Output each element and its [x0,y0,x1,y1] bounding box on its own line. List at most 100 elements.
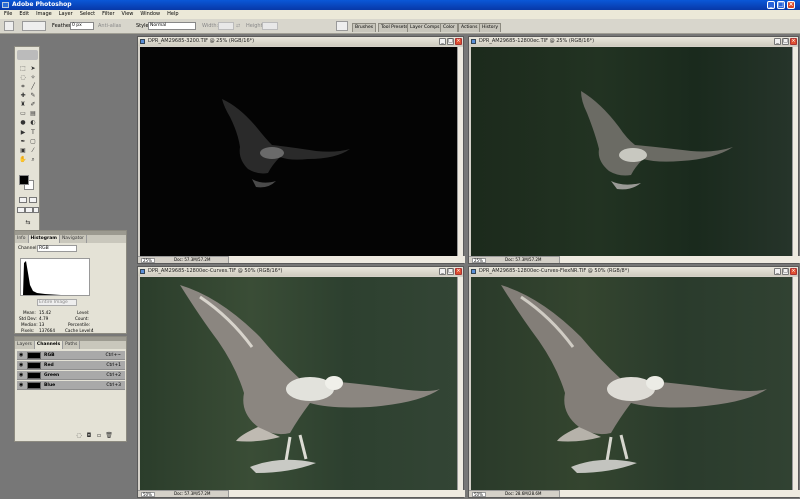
trash-icon[interactable]: 🗑 [105,432,113,440]
zoom-tool-icon[interactable]: ⌕ [29,156,37,164]
width-input[interactable] [218,22,234,30]
swap-icon[interactable]: ⇄ [236,23,240,29]
new-channel-icon[interactable]: ▫ [95,432,103,440]
screen-mode-menu-icon[interactable] [25,207,33,213]
image-canvas[interactable] [140,47,457,256]
zoom-field[interactable]: 50% [141,492,155,497]
well-tool-presets[interactable]: Tool Presets [378,23,411,32]
history-brush-icon[interactable]: ✐ [29,101,37,109]
load-selection-icon[interactable]: ◌ [75,432,83,440]
doc-window-3[interactable]: DPR_AM29685-12800ec-Curves.TIF @ 50% (RG… [137,266,465,498]
close-icon[interactable]: × [787,1,795,9]
type-tool-icon[interactable]: T [29,129,37,137]
channel-row-blue[interactable]: ◉ Blue Ctrl+3 [17,381,125,390]
vertical-scrollbar[interactable] [457,277,463,490]
close-icon[interactable]: × [790,38,797,45]
maximize-icon[interactable]: □ [782,38,789,45]
file-browser-icon[interactable] [336,21,348,31]
channel-row-red[interactable]: ◉ Red Ctrl+1 [17,361,125,370]
eye-icon[interactable]: ◉ [19,373,25,378]
menu-layer[interactable]: Layer [59,10,73,19]
tab-info[interactable]: Info [15,235,29,243]
maximize-icon[interactable]: □ [447,268,454,275]
doc-title-bar[interactable]: DPR_AM29685-3200.TIF @ 25% (RGB/16*) [138,37,463,46]
minimize-icon[interactable]: _ [767,1,775,9]
clone-stamp-icon[interactable]: ♜ [19,101,27,109]
tab-navigator[interactable]: Navigator [60,235,87,243]
doc-window-4[interactable]: DPR_AM29685-12800ec-Curves-FlexNR.TIF @ … [468,266,800,498]
marquee-tool-icon[interactable] [4,21,14,31]
menu-file[interactable]: File [4,10,12,19]
imageready-icon[interactable]: ⇆ [21,219,35,227]
tab-histogram[interactable]: Histogram [28,235,60,243]
channel-select[interactable]: RGB [37,245,77,252]
horizontal-scrollbar[interactable] [228,256,465,263]
standard-mode-icon[interactable] [19,197,27,203]
horizontal-scrollbar[interactable] [559,490,800,497]
quickmask-mode-icon[interactable] [29,197,37,203]
tab-layers[interactable]: Layers [15,341,35,349]
dodge-tool-icon[interactable]: ◐ [29,119,37,127]
doc-window-2[interactable]: DPR_AM29685-12800ec.TIF @ 25% (RGB/16*) … [468,36,800,264]
tab-paths[interactable]: Paths [63,341,81,349]
gradient-tool-icon[interactable]: ▤ [29,110,37,118]
vertical-scrollbar[interactable] [792,47,798,256]
feather-input[interactable]: 0 px [70,22,94,30]
zoom-field[interactable]: 25% [472,258,486,263]
well-brushes[interactable]: Brushes [352,23,377,32]
doc-window-1[interactable]: DPR_AM29685-3200.TIF @ 25% (RGB/16*) _ □… [137,36,465,264]
maximize-icon[interactable]: □ [777,1,785,9]
height-input[interactable] [262,22,278,30]
adobe-feather-icon[interactable] [17,50,38,60]
screen-mode-full-icon[interactable] [33,207,39,213]
menu-edit[interactable]: Edit [19,10,29,19]
image-canvas[interactable] [471,47,792,256]
well-actions[interactable]: Actions [458,23,481,32]
doc-title-bar[interactable]: DPR_AM29685-12800ec-Curves.TIF @ 50% (RG… [138,267,463,276]
eye-icon[interactable]: ◉ [19,383,25,388]
close-icon[interactable]: × [455,38,462,45]
well-layer-comps[interactable]: Layer Comps [407,23,443,32]
channel-row-rgb[interactable]: ◉ RGB Ctrl+~ [17,351,125,360]
close-icon[interactable]: × [790,268,797,275]
menu-window[interactable]: Window [140,10,160,19]
eraser-tool-icon[interactable]: ▭ [19,110,27,118]
foreground-color-swatch[interactable] [19,175,29,185]
well-history[interactable]: History [479,23,502,32]
blur-tool-icon[interactable]: ● [19,119,27,127]
marquee-tool-icon[interactable]: ⬚ [19,65,27,73]
tab-channels[interactable]: Channels [34,341,64,349]
zoom-field[interactable]: 25% [141,258,155,263]
notes-tool-icon[interactable]: ▣ [19,147,27,155]
minimize-icon[interactable]: _ [774,38,781,45]
lasso-tool-icon[interactable]: ◌ [19,74,27,82]
image-canvas[interactable] [471,277,792,490]
vertical-scrollbar[interactable] [457,47,463,256]
style-select[interactable]: Normal [148,22,196,30]
doc-title-bar[interactable]: DPR_AM29685-12800ec-Curves-FlexNR.TIF @ … [469,267,798,276]
eye-icon[interactable]: ◉ [19,353,25,358]
screen-mode-standard-icon[interactable] [17,207,25,213]
well-color[interactable]: Color [440,23,458,32]
healing-brush-icon[interactable]: ✚ [19,92,27,100]
hand-tool-icon[interactable]: ✋ [19,156,27,164]
channel-row-green[interactable]: ◉ Green Ctrl+2 [17,371,125,380]
source-select[interactable]: Entire Image [37,299,77,306]
eye-icon[interactable]: ◉ [19,363,25,368]
menu-image[interactable]: Image [36,10,52,19]
crop-tool-icon[interactable]: ⌗ [19,83,27,91]
maximize-icon[interactable]: □ [782,268,789,275]
shape-tool-icon[interactable]: ▢ [29,138,37,146]
move-tool-icon[interactable]: ➤ [29,65,37,73]
menu-help[interactable]: Help [167,10,178,19]
save-selection-icon[interactable]: ◘ [85,432,93,440]
brush-tool-icon[interactable]: ✎ [29,92,37,100]
slice-tool-icon[interactable]: ╱ [29,83,37,91]
minimize-icon[interactable]: _ [439,38,446,45]
horizontal-scrollbar[interactable] [228,490,465,497]
horizontal-scrollbar[interactable] [559,256,800,263]
path-select-icon[interactable]: ▶ [19,129,27,137]
close-icon[interactable]: × [455,268,462,275]
maximize-icon[interactable]: □ [447,38,454,45]
zoom-field[interactable]: 50% [472,492,486,497]
